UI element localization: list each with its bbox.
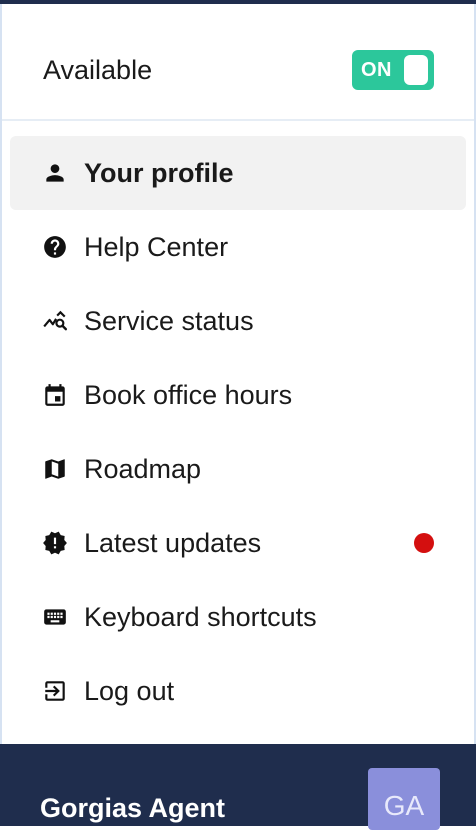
- account-footer: Gorgias Agent GA: [0, 744, 476, 830]
- availability-toggle[interactable]: ON: [352, 50, 434, 90]
- menu-item-latest-updates[interactable]: Latest updates: [10, 506, 466, 580]
- service-status-icon: [42, 308, 68, 334]
- menu-item-book-office-hours[interactable]: Book office hours: [10, 358, 466, 432]
- user-menu: Available ON Your profile Help Center Se…: [0, 4, 476, 744]
- calendar-icon: [42, 382, 68, 408]
- agent-name: Gorgias Agent: [40, 793, 226, 823]
- menu-item-label: Your profile: [84, 158, 234, 188]
- menu-item-roadmap[interactable]: Roadmap: [10, 432, 466, 506]
- menu-item-log-out[interactable]: Log out: [10, 654, 466, 728]
- menu-item-keyboard-shortcuts[interactable]: Keyboard shortcuts: [10, 580, 466, 654]
- menu-item-label: Book office hours: [84, 380, 293, 410]
- menu-item-help-center[interactable]: Help Center: [10, 210, 466, 284]
- menu-item-service-status[interactable]: Service status: [10, 284, 466, 358]
- menu-item-your-profile[interactable]: Your profile: [10, 136, 466, 210]
- menu-item-label: Log out: [84, 676, 175, 706]
- toggle-knob: [404, 55, 428, 85]
- avatar-initials: GA: [383, 790, 425, 821]
- menu-item-label: Keyboard shortcuts: [84, 602, 317, 632]
- menu-item-label: Service status: [84, 306, 254, 336]
- availability-label: Available: [43, 55, 153, 85]
- menu-item-label: Roadmap: [84, 454, 202, 484]
- map-icon: [42, 456, 68, 482]
- person-icon: [42, 160, 68, 186]
- avatar[interactable]: GA: [368, 768, 440, 830]
- help-circle-icon: [42, 234, 68, 260]
- availability-row: Available ON: [2, 4, 474, 121]
- keyboard-icon: [42, 604, 68, 630]
- new-releases-icon: [42, 530, 68, 556]
- menu-item-label: Latest updates: [84, 528, 262, 558]
- toggle-state-text: ON: [361, 59, 392, 81]
- menu-item-label: Help Center: [84, 232, 229, 262]
- logout-icon: [42, 678, 68, 704]
- notification-dot: [414, 533, 434, 553]
